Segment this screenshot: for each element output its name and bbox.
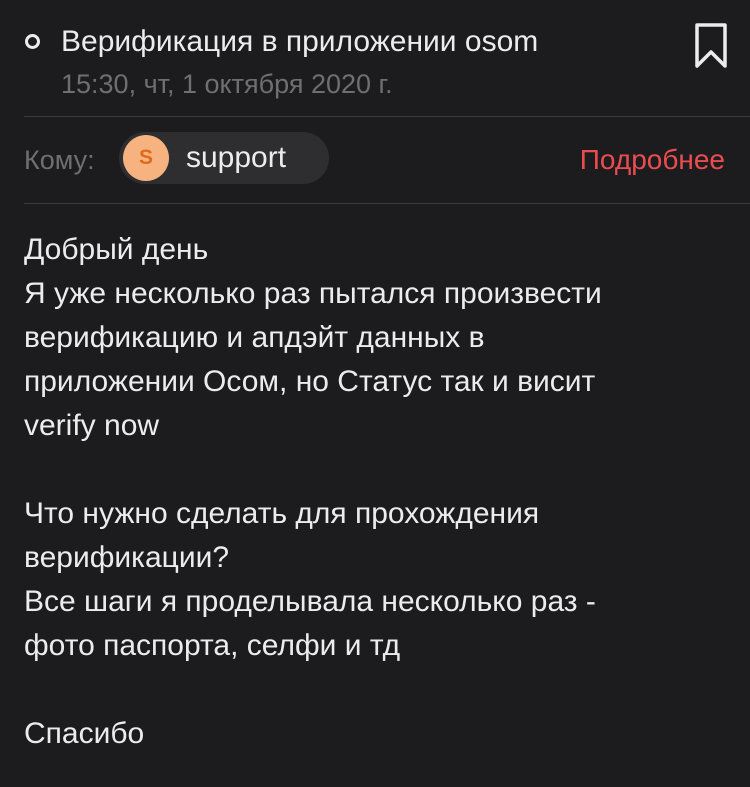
body-line: verify now xyxy=(24,409,160,442)
body-line xyxy=(24,448,724,492)
recipient-name: support xyxy=(186,141,287,174)
message-header: Верификация в приложении osom 15:30, чт,… xyxy=(0,0,750,116)
unread-dot-icon[interactable] xyxy=(25,34,40,49)
body-line: Спасибо xyxy=(24,717,145,750)
recipient-chip[interactable]: S support xyxy=(119,132,329,184)
body-line: Все шаги я проделывала несколько раз - xyxy=(24,585,596,618)
body-line: верификации? xyxy=(24,541,230,574)
body-line: Что нужно сделать для прохождения xyxy=(24,497,540,530)
avatar: S xyxy=(123,135,169,181)
message-subject: Верификация в приложении osom xyxy=(61,25,539,58)
bookmark-icon[interactable] xyxy=(693,22,729,70)
body-line: приложении Осом, но Статус так и висит xyxy=(24,365,596,398)
details-link[interactable]: Подробнее xyxy=(580,142,725,178)
header-divider xyxy=(24,116,750,117)
message-date: 15:30, чт, 1 октября 2020 г. xyxy=(61,69,393,99)
body-line: фото паспорта, селфи и тд xyxy=(24,629,401,662)
message-body: Добрый день Я уже несколько раз пытался п… xyxy=(24,228,724,756)
body-line xyxy=(24,668,724,712)
body-line: верификацию и апдэйт данных в xyxy=(24,321,485,354)
body-line: Я уже несколько раз пытался произвести xyxy=(24,277,602,310)
recipient-divider xyxy=(24,203,750,204)
body-line: Добрый день xyxy=(24,233,209,266)
to-label: Кому: xyxy=(24,145,95,175)
